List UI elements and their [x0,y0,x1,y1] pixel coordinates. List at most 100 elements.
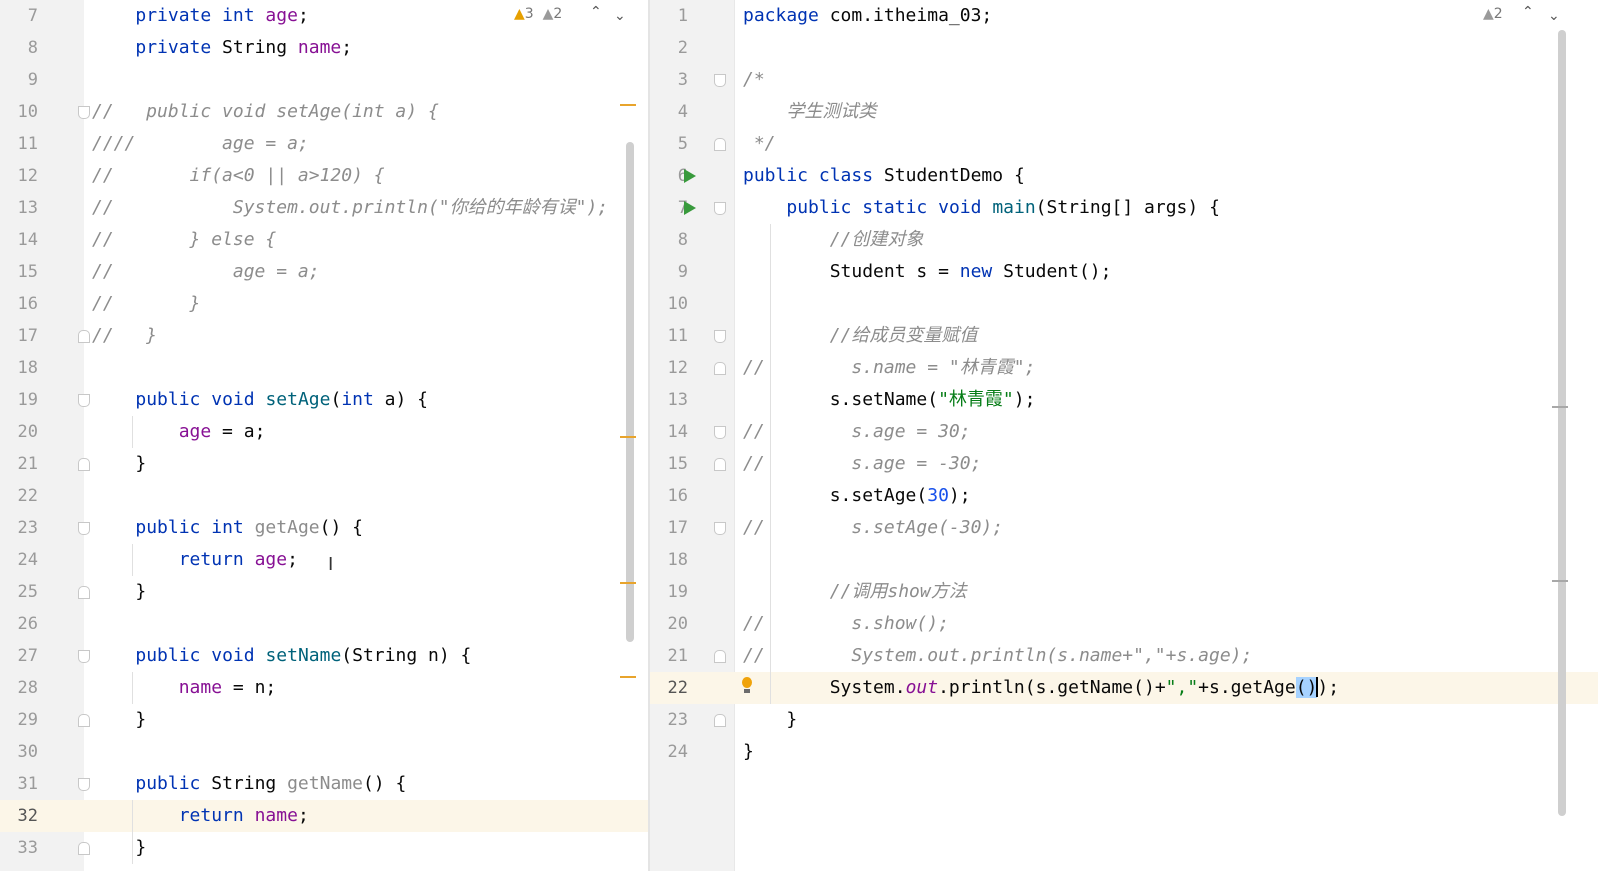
line-number[interactable]: 9 [650,256,688,288]
code-text[interactable]: public String getName() { [92,768,406,800]
line-number[interactable]: 27 [0,640,38,672]
code-text[interactable]: // } else { [92,224,276,256]
code-line[interactable]: 7 public static void main(String[] args)… [650,192,1598,224]
code-line[interactable]: 29 } [0,704,648,736]
code-text[interactable]: // s.show(); [743,608,949,640]
line-number[interactable]: 21 [650,640,688,672]
code-line[interactable]: 9 Student s = new Student(); [650,256,1598,288]
line-number[interactable]: 13 [0,192,38,224]
code-line[interactable]: 16 // } [0,288,648,320]
code-line[interactable]: 27 public void setName(String n) { [0,640,648,672]
code-text[interactable]: public void setAge(int a) { [92,384,428,416]
line-number[interactable]: 15 [0,256,38,288]
code-line[interactable]: 24} [650,736,1598,768]
code-line[interactable]: 14 // s.age = 30; [650,416,1598,448]
code-line[interactable]: 26 [0,608,648,640]
inspection-widget-right[interactable]: ▲2 [1483,6,1503,22]
code-line[interactable]: 33 } [0,832,648,864]
code-line[interactable]: 13 s.setName("林青霞"); [650,384,1598,416]
code-text[interactable]: s.setAge(30); [743,480,971,512]
code-line[interactable]: 6 public class StudentDemo { [650,160,1598,192]
bulb-icon[interactable] [742,677,752,693]
code-text[interactable]: } [92,448,146,480]
left-scrollbar[interactable] [626,142,634,642]
code-line[interactable]: 28 name = n; [0,672,648,704]
code-line[interactable]: 20 // s.show(); [650,608,1598,640]
code-text[interactable]: } [743,736,754,768]
code-line[interactable]: 10 // public void setAge(int a) { [0,96,648,128]
line-number[interactable]: 19 [650,576,688,608]
code-text[interactable]: 学生测试类 [743,96,876,128]
line-number[interactable]: 7 [650,192,688,224]
line-number[interactable]: 18 [0,352,38,384]
fold-icon[interactable] [78,458,90,471]
code-text[interactable]: System.out.println(s.getName()+","+s.get… [743,672,1339,704]
code-line[interactable]: 4 学生测试类 [650,96,1598,128]
code-text[interactable]: // } [92,320,157,352]
line-number[interactable]: 7 [0,0,38,32]
fold-icon[interactable] [78,842,90,855]
line-number[interactable]: 2 [650,32,688,64]
code-line[interactable]: 1 package com.itheima_03; [650,0,1598,32]
line-number[interactable]: 16 [0,288,38,320]
code-line[interactable]: 2 [650,32,1598,64]
code-line[interactable]: 21 // System.out.println(s.name+","+s.age… [650,640,1598,672]
code-text[interactable]: // System.out.println(s.name+","+s.age); [743,640,1252,672]
error-stripe-marker[interactable] [620,436,636,438]
code-text[interactable]: } [92,576,146,608]
line-number[interactable]: 17 [0,320,38,352]
code-line[interactable]: 30 [0,736,648,768]
line-number[interactable]: 24 [0,544,38,576]
code-text[interactable]: /* [743,64,765,96]
code-text[interactable]: } [92,832,146,864]
line-number[interactable]: 10 [650,288,688,320]
fold-icon[interactable] [78,394,90,407]
line-number[interactable]: 11 [650,320,688,352]
code-text[interactable]: public int getAge() { [92,512,363,544]
code-text[interactable]: package com.itheima_03; [743,0,992,32]
code-line[interactable]: 17 // } [0,320,648,352]
fold-icon[interactable] [714,426,726,439]
line-number[interactable]: 24 [650,736,688,768]
line-number[interactable]: 18 [650,544,688,576]
code-line[interactable]: 11 //给成员变量赋值 [650,320,1598,352]
fold-icon[interactable] [714,362,726,375]
fold-icon[interactable] [714,202,726,215]
code-line[interactable]: 3 /* [650,64,1598,96]
code-line[interactable]: 24 return age; [0,544,648,576]
code-text[interactable]: //// age = a; [92,128,309,160]
line-number[interactable]: 10 [0,96,38,128]
line-number[interactable]: 5 [650,128,688,160]
code-text[interactable]: */ [743,128,776,160]
line-number[interactable]: 29 [0,704,38,736]
code-line[interactable]: 12 // s.name = "林青霞"; [650,352,1598,384]
line-number[interactable]: 23 [650,704,688,736]
line-number[interactable]: 17 [650,512,688,544]
right-editor[interactable]: 1 package com.itheima_03; 2 3/* 4 学生测试类 5 */6… [650,0,1598,871]
code-text[interactable]: // } [92,288,200,320]
code-line[interactable]: 25 } [0,576,648,608]
code-text[interactable]: name = n; [92,672,277,704]
line-number[interactable]: 26 [0,608,38,640]
code-text[interactable]: // age = a; [92,256,320,288]
code-line[interactable]: 15 // s.age = -30; [650,448,1598,480]
inspection-widget-left[interactable]: ▲3 ▲2 [514,6,562,22]
line-number[interactable]: 31 [0,768,38,800]
code-text[interactable]: return age; [92,544,298,576]
line-number[interactable]: 23 [0,512,38,544]
error-stripe-marker[interactable] [1552,406,1568,408]
fold-icon[interactable] [78,778,90,791]
code-text[interactable]: // System.out.println("你给的年龄有误"); [92,192,608,224]
code-line[interactable]: 17 // s.setAge(-30); [650,512,1598,544]
code-line[interactable]: 9 [0,64,648,96]
fold-icon[interactable] [78,522,90,535]
code-line[interactable]: 10 [650,288,1598,320]
code-text[interactable]: public class StudentDemo { [743,160,1025,192]
fold-icon[interactable] [714,714,726,727]
line-number[interactable]: 13 [650,384,688,416]
code-text[interactable]: return name; [92,800,309,832]
line-number[interactable]: 22 [650,672,688,704]
fold-icon[interactable] [714,330,726,343]
code-text[interactable]: //给成员变量赋值 [743,320,978,352]
code-line[interactable]: 22 System.out.println(s.getName()+","+s.… [650,672,1598,704]
